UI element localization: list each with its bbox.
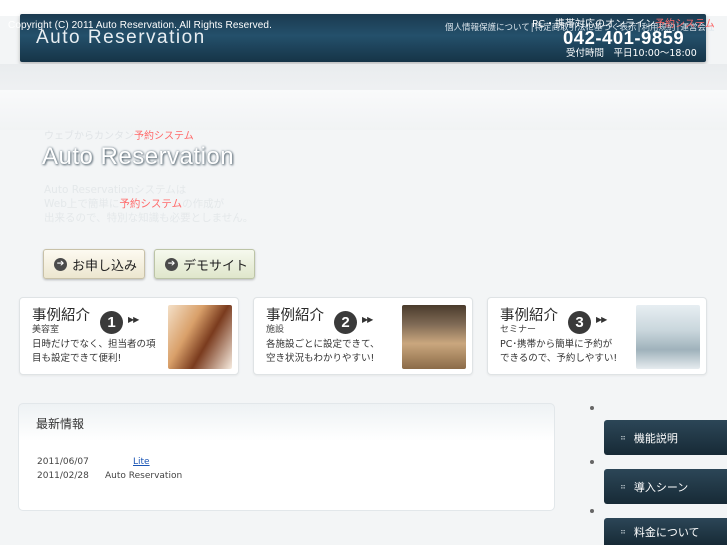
news-date: 2011/02/28 (37, 471, 89, 481)
bullet-dot (590, 509, 594, 513)
double-chevron-right-icon: ▶▶ (362, 315, 373, 324)
nav-label: 機能説明 (633, 431, 678, 445)
case-desc-line1: PC･携帯から簡単に予約が (500, 339, 613, 350)
nav-label: 料金について (633, 525, 700, 539)
nav-pricing-button[interactable]: ⠶ 料金について (604, 518, 727, 545)
news-panel: 最新情報 2011/06/07 Lite 2011/02/28 Auto Reser… (18, 403, 555, 511)
case-desc-line2: 空き状況もわかりやすい! (266, 353, 375, 364)
apply-button-label: お申し込み (72, 258, 138, 274)
site-logo[interactable]: Auto Reservation (36, 27, 206, 49)
case-category: 美容室 (32, 325, 60, 335)
bullet-dot (590, 406, 594, 410)
case-desc-line2: 目も設定できて便利! (32, 353, 122, 364)
hero-desc-line2: Web上で簡単に予約システムの作成が (44, 197, 253, 211)
nav-label: 導入シーン (633, 480, 689, 494)
business-hours: 受付時間 平日10:00〜18:00 (566, 48, 697, 59)
case-card-seminar[interactable]: 事例紹介 セミナー 3 ▶▶ PC･携帯から簡単に予約が できるので、予約しやす… (487, 297, 707, 375)
demo-button-label: デモサイト (183, 258, 249, 274)
case-number-badge: 3 (568, 311, 591, 334)
case-photo-salon (168, 305, 232, 369)
arrow-right-icon: ➔ (54, 257, 67, 271)
news-item: 2011/02/28 Auto Reservation (37, 471, 182, 481)
hero-desc-line2-suffix: の作成が (182, 198, 225, 210)
news-date: 2011/06/07 (37, 457, 89, 467)
hero-desc-line3: 出来るので、特別な知識も必要としません。 (44, 212, 254, 224)
grid-dots-icon: ⠶ (620, 433, 626, 442)
hero-desc-line2-prefix: Web上で簡単に (44, 198, 120, 210)
nav-features-button[interactable]: ⠶ 機能説明 (604, 420, 727, 455)
hero-desc-line1: Auto Reservationシステムは (44, 184, 187, 196)
news-link[interactable]: Lite (105, 457, 178, 467)
case-photo-facility (402, 305, 466, 369)
hero-description: Auto Reservationシステムは Web上で簡単に予約システムの作成が… (44, 183, 253, 225)
case-number-badge: 2 (334, 311, 357, 334)
double-chevron-right-icon: ▶▶ (128, 315, 139, 324)
grid-dots-icon: ⠶ (620, 527, 626, 536)
case-number-badge: 1 (100, 311, 123, 334)
news-item: 2011/06/07 Lite (37, 457, 178, 467)
grid-dots-icon: ⠶ (620, 482, 626, 491)
case-desc-line1: 日時だけでなく、担当者の項 (32, 339, 156, 350)
hero-desc-line2-highlight: 予約システム (119, 198, 183, 210)
case-desc-line1: 各施設ごとに設定できて、 (266, 339, 380, 350)
hero-subtitle-prefix: ウェブからカンタン (44, 131, 134, 142)
demo-site-button[interactable]: ➔ デモサイト (154, 249, 255, 279)
case-description: PC･携帯から簡単に予約が できるので、予約しやすい! (500, 338, 617, 366)
apply-button[interactable]: ➔ お申し込み (43, 249, 145, 279)
bullet-dot (590, 460, 594, 464)
hero-title: Auto Reservation (42, 143, 235, 170)
hero-subtitle-highlight: 予約システム (134, 131, 194, 142)
arrow-right-icon: ➔ (165, 257, 178, 271)
hero-subtitle: ウェブからカンタン予約システム (44, 127, 194, 142)
link-privacy[interactable]: 個人情報保護について (445, 23, 530, 33)
case-desc-line2: できるので、予約しやすい! (500, 353, 618, 364)
case-photo-seminar (636, 305, 700, 369)
case-category: セミナー (500, 325, 537, 335)
case-description: 日時だけでなく、担当者の項 目も設定できて便利! (32, 338, 156, 366)
double-chevron-right-icon: ▶▶ (596, 315, 607, 324)
nav-scenes-button[interactable]: ⠶ 導入シーン (604, 469, 727, 504)
case-card-beauty-salon[interactable]: 事例紹介 美容室 1 ▶▶ 日時だけでなく、担当者の項 目も設定できて便利! (19, 297, 239, 375)
hero-band-inner (0, 90, 727, 130)
news-title: 最新情報 (36, 417, 85, 431)
case-description: 各施設ごとに設定できて、 空き状況もわかりやすい! (266, 338, 380, 366)
news-text[interactable]: Auto Reservation (105, 471, 182, 481)
case-category: 施設 (266, 325, 285, 335)
case-card-facility[interactable]: 事例紹介 施設 2 ▶▶ 各施設ごとに設定できて、 空き状況もわかりやすい! (253, 297, 473, 375)
